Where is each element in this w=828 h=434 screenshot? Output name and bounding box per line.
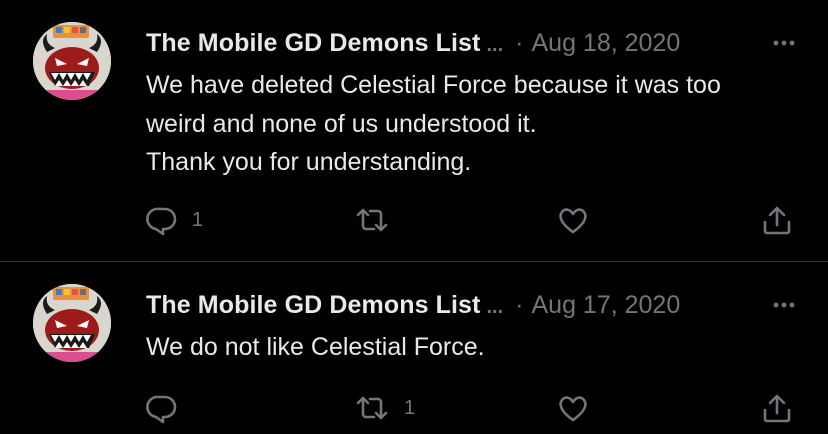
tweet-text-line: Thank you for understanding. bbox=[146, 148, 472, 176]
retweet-icon bbox=[354, 204, 390, 236]
avatar[interactable] bbox=[33, 284, 111, 362]
reply-icon bbox=[146, 392, 178, 424]
avatar[interactable] bbox=[33, 22, 111, 100]
tweet[interactable]: The Mobile GD Demons List... · Aug 18, 202… bbox=[0, 0, 828, 262]
retweet-button[interactable] bbox=[354, 202, 404, 238]
tweet[interactable]: The Mobile GD Demons List... · Aug 17, 202… bbox=[0, 262, 828, 434]
more-icon[interactable] bbox=[768, 27, 800, 59]
share-icon bbox=[760, 392, 794, 424]
like-icon bbox=[556, 392, 590, 424]
tweet-date[interactable]: Aug 18, 2020 bbox=[531, 29, 680, 57]
reply-icon bbox=[146, 204, 178, 236]
more-icon[interactable] bbox=[768, 289, 800, 321]
author-name[interactable]: The Mobile GD Demons List bbox=[146, 291, 480, 319]
like-button[interactable] bbox=[556, 390, 604, 426]
demon-face-icon bbox=[33, 284, 111, 362]
reply-button[interactable] bbox=[146, 390, 192, 426]
like-icon bbox=[556, 204, 590, 236]
reply-button[interactable]: 1 bbox=[146, 202, 203, 238]
tweet-text-line: We have deleted Celestial Force because … bbox=[146, 71, 721, 99]
reply-count: 1 bbox=[192, 208, 204, 231]
tweet-actions: 1 bbox=[146, 390, 806, 426]
name-ellipsis: ... bbox=[486, 296, 504, 318]
separator: · bbox=[515, 291, 524, 319]
demon-face-icon bbox=[33, 22, 111, 100]
retweet-count: 1 bbox=[404, 396, 416, 419]
retweet-button[interactable]: 1 bbox=[354, 390, 415, 426]
tweet-text-line: We do not like Celestial Force. bbox=[146, 333, 485, 361]
tweet-date[interactable]: Aug 17, 2020 bbox=[531, 291, 680, 319]
share-button[interactable] bbox=[760, 390, 794, 426]
tweet-actions: 1 bbox=[146, 202, 806, 238]
retweet-icon bbox=[354, 392, 390, 424]
tweet-text: We have deleted Celestial Force because … bbox=[146, 66, 806, 182]
tweet-text-line: weird and none of us understood it. bbox=[146, 109, 537, 138]
name-ellipsis: ... bbox=[486, 34, 504, 56]
tweet-header: The Mobile GD Demons List... · Aug 17, 202… bbox=[146, 289, 800, 321]
share-icon bbox=[760, 204, 794, 236]
tweet-header: The Mobile GD Demons List... · Aug 18, 202… bbox=[146, 27, 800, 59]
author-name[interactable]: The Mobile GD Demons List bbox=[146, 29, 480, 57]
separator: · bbox=[515, 29, 524, 57]
like-button[interactable] bbox=[556, 202, 604, 238]
share-button[interactable] bbox=[760, 202, 794, 238]
tweet-text: We do not like Celestial Force. bbox=[146, 328, 806, 367]
